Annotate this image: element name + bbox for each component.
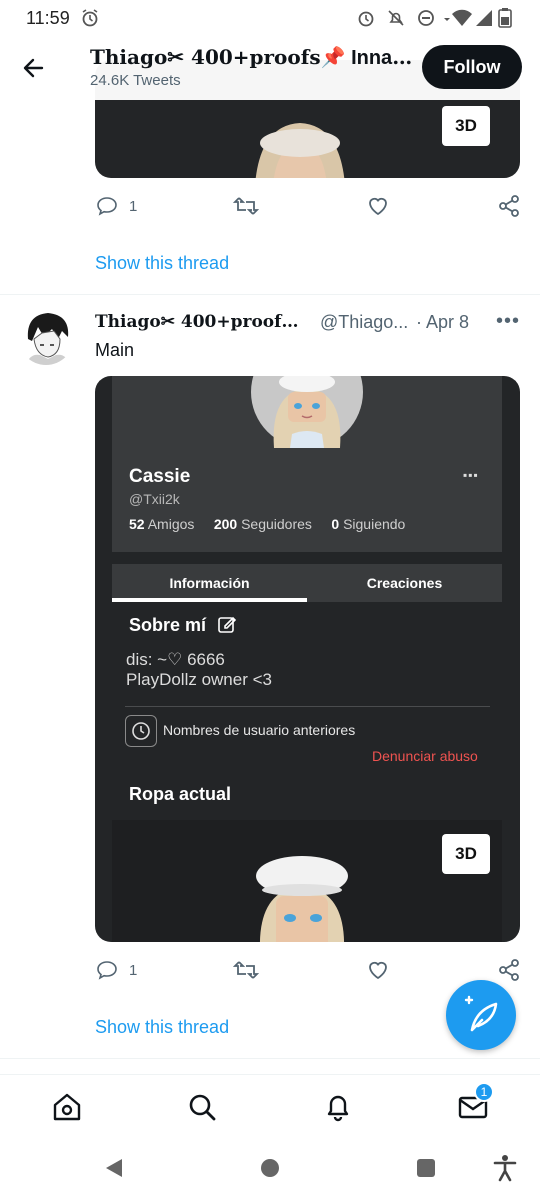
bottom-nav xyxy=(0,1074,540,1138)
share-button[interactable] xyxy=(497,191,521,221)
retweet-icon xyxy=(233,961,259,979)
tweet-divider xyxy=(0,1058,540,1059)
following-count: 0 xyxy=(331,516,340,532)
status-bar: 11:59 xyxy=(0,0,540,36)
signal-icon xyxy=(476,10,492,26)
share-icon xyxy=(499,959,519,981)
tweet-count: 24.6K Tweets xyxy=(90,72,181,89)
tab-informacion: Información xyxy=(112,564,307,602)
profile-stats: 52 Amigos 200 Seguidores 0 Siguiendo xyxy=(129,516,405,532)
header-title: Thiago✂ 400+proofs📌 Innact... xyxy=(90,45,420,70)
tab-creaciones-label: Creaciones xyxy=(366,575,443,591)
wifi-icon xyxy=(444,9,472,26)
tweet-divider xyxy=(0,294,540,295)
about-title: Sobre mí xyxy=(129,614,237,636)
friends-count: 52 xyxy=(129,516,145,532)
retweet-button[interactable] xyxy=(233,191,259,221)
follow-button[interactable]: Follow xyxy=(422,45,522,89)
profile-separator xyxy=(125,706,490,707)
friends-label: Amigos xyxy=(147,516,195,532)
tab-informacion-label: Información xyxy=(169,575,250,591)
view-3d-button[interactable]: 3D xyxy=(442,106,490,146)
current-outfit-title: Ropa actual xyxy=(129,784,232,804)
system-back-icon[interactable] xyxy=(102,1156,126,1180)
following-label: Siguiendo xyxy=(343,516,406,532)
messages-badge: 1 xyxy=(474,1082,494,1102)
avatar-image xyxy=(18,309,74,365)
previous-usernames: Nombres de usuario anteriores xyxy=(163,722,356,738)
tweet1-actions: 1 xyxy=(95,191,525,221)
like-button[interactable] xyxy=(366,191,390,221)
history-icon xyxy=(125,715,157,747)
heart-icon xyxy=(369,961,387,980)
notifications-icon[interactable] xyxy=(320,1089,356,1125)
about-title-text: Sobre mí xyxy=(129,615,207,635)
battery-icon xyxy=(498,8,512,28)
profile-handle: @Txii2k xyxy=(129,491,180,507)
followers-count: 200 xyxy=(213,516,238,532)
retweet-icon xyxy=(233,197,259,215)
share-icon xyxy=(499,195,519,217)
avatar-figure-image xyxy=(255,123,345,178)
profile-bio: dis: ~♡ 6666 PlayDollz owner <3 xyxy=(126,650,272,690)
status-time: 11:59 xyxy=(26,8,70,28)
show-thread-link[interactable]: Show this thread xyxy=(95,253,229,274)
bio-line-1: dis: ~♡ 6666 xyxy=(126,650,225,669)
header-title-name: Thiago✂ 400+proofs xyxy=(90,45,321,69)
profile-name: Cassie xyxy=(129,466,191,487)
reply-icon xyxy=(97,961,117,980)
alarm-icon xyxy=(82,9,98,27)
alarm-icon xyxy=(358,11,374,27)
outfit-avatar-image xyxy=(256,856,348,942)
view-3d-button: 3D xyxy=(442,834,490,874)
back-arrow-icon[interactable] xyxy=(16,50,52,86)
like-button[interactable] xyxy=(366,955,390,985)
retweet-button[interactable] xyxy=(233,955,259,985)
active-tab-indicator xyxy=(112,598,307,602)
tweet-date[interactable]: · Apr 8 xyxy=(416,312,469,333)
profile-header: Thiago✂ 400+proofs📌 Innact... 24.6K Twee… xyxy=(0,36,540,100)
profile-avatar-image xyxy=(251,376,363,448)
system-recents-icon[interactable] xyxy=(414,1156,438,1180)
tweet-text: Main xyxy=(95,340,135,360)
more-options-icon[interactable]: ••• xyxy=(496,310,520,333)
system-nav-bar xyxy=(0,1138,540,1200)
reply-count: 1 xyxy=(129,197,138,215)
notifications-off-icon xyxy=(388,10,404,26)
compose-tweet-button[interactable] xyxy=(446,980,516,1050)
home-icon[interactable] xyxy=(49,1089,85,1125)
author-avatar[interactable] xyxy=(18,309,74,365)
reply-button[interactable]: 1 xyxy=(95,955,137,985)
tweet2-media[interactable]: Cassie @Txii2k ▪▪▪ 52 Amigos 200 Seguido… xyxy=(95,376,520,942)
show-thread-link[interactable]: Show this thread xyxy=(95,1017,229,1038)
followers-label: Seguidores xyxy=(241,516,312,532)
heart-icon xyxy=(369,197,387,216)
profile-more-icon: ▪▪▪ xyxy=(463,468,479,482)
header-title-suffix: 📌 Innact... xyxy=(320,47,420,69)
tweet-author-name[interactable]: Thiago✂ 400+proofs... xyxy=(95,312,305,332)
do-not-disturb-icon xyxy=(418,10,434,26)
outfit-viewer: 3D xyxy=(112,820,502,942)
tweet-author-handle[interactable]: @Thiago... xyxy=(320,312,408,333)
system-home-icon[interactable] xyxy=(258,1156,282,1180)
reply-button[interactable]: 1 xyxy=(95,191,137,221)
edit-icon xyxy=(218,616,237,633)
tab-creaciones: Creaciones xyxy=(307,564,502,602)
bio-line-2: PlayDollz owner <3 xyxy=(126,670,272,689)
reply-icon xyxy=(97,197,117,216)
app-root: 11:59 3D Thiago✂ 400+proofs📌 Innact... 2… xyxy=(0,0,540,1200)
reply-count: 1 xyxy=(129,961,138,979)
report-abuse-link: Denunciar abuso xyxy=(372,748,478,764)
search-icon[interactable] xyxy=(184,1089,220,1125)
accessibility-icon[interactable] xyxy=(492,1154,518,1182)
profile-tabs: Información Creaciones xyxy=(112,564,502,602)
compose-feather-icon xyxy=(464,995,498,1032)
